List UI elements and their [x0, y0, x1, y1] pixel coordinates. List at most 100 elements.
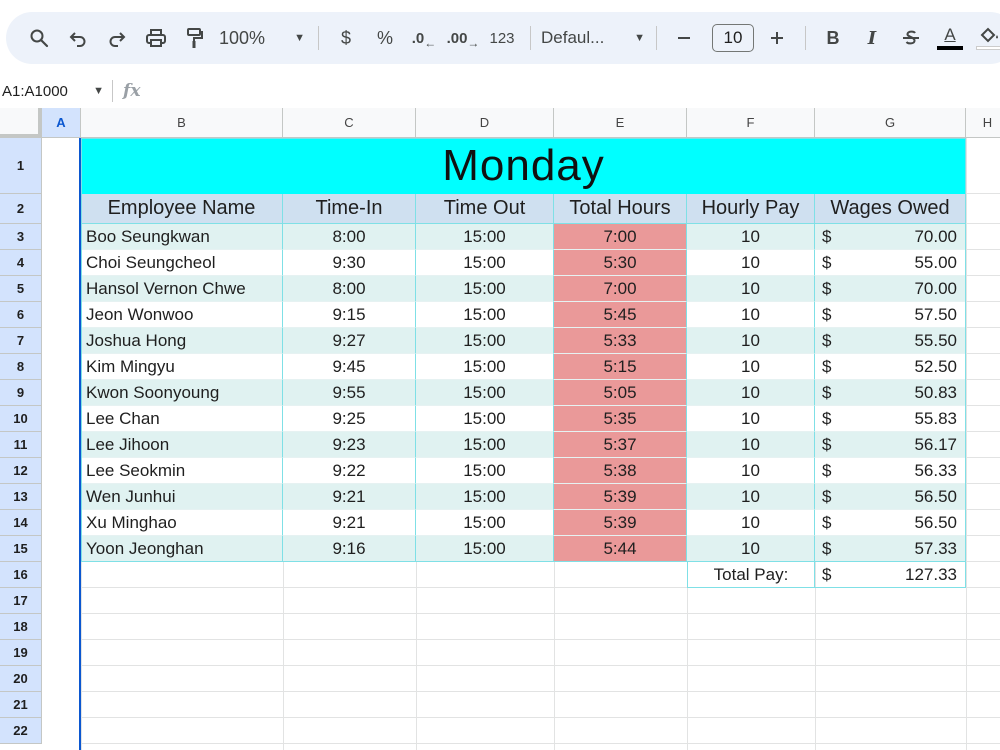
cell-employee-name[interactable]: Jeon Wonwoo: [81, 302, 283, 328]
cell-hourly-pay[interactable]: 10: [687, 302, 815, 328]
cell-total-hours[interactable]: 5:30: [554, 250, 687, 276]
cell-wages-owed[interactable]: $57.33: [815, 536, 966, 562]
row-header-5[interactable]: 5: [0, 276, 42, 302]
cell-time-out[interactable]: 15:00: [416, 302, 554, 328]
font-select[interactable]: Defaul... ▼: [541, 20, 645, 56]
cell-employee-name[interactable]: Lee Chan: [81, 406, 283, 432]
cell-wages-owed[interactable]: $52.50: [815, 354, 966, 380]
row-header-4[interactable]: 4: [0, 250, 42, 276]
cell-time-out[interactable]: 15:00: [416, 458, 554, 484]
italic-button[interactable]: I: [855, 20, 889, 56]
cell-wages-owed[interactable]: $50.83: [815, 380, 966, 406]
cell-hourly-pay[interactable]: 10: [687, 328, 815, 354]
cell-hourly-pay[interactable]: 10: [687, 276, 815, 302]
redo-icon[interactable]: [100, 20, 134, 56]
cell-wages-owed[interactable]: $55.50: [815, 328, 966, 354]
cell-employee-name[interactable]: Xu Minghao: [81, 510, 283, 536]
row-header-1[interactable]: 1: [0, 138, 42, 194]
row-header-18[interactable]: 18: [0, 614, 42, 640]
row-header-15[interactable]: 15: [0, 536, 42, 562]
column-header-f[interactable]: F: [687, 108, 815, 138]
cell-hourly-pay[interactable]: 10: [687, 484, 815, 510]
cell-total-hours[interactable]: 5:05: [554, 380, 687, 406]
cell-hourly-pay[interactable]: 10: [687, 458, 815, 484]
undo-icon[interactable]: [61, 20, 95, 56]
column-header-h[interactable]: H: [966, 108, 1000, 138]
cell-time-out[interactable]: 15:00: [416, 510, 554, 536]
currency-format-button[interactable]: $: [329, 20, 363, 56]
cell-time-in[interactable]: 9:25: [283, 406, 416, 432]
column-header-e[interactable]: E: [554, 108, 687, 138]
cell-wages-owed[interactable]: $56.50: [815, 510, 966, 536]
cell-total-hours[interactable]: 5:15: [554, 354, 687, 380]
cell-time-out[interactable]: 15:00: [416, 432, 554, 458]
cell-time-out[interactable]: 15:00: [416, 224, 554, 250]
cell-time-out[interactable]: 15:00: [416, 380, 554, 406]
cell-time-in[interactable]: 9:22: [283, 458, 416, 484]
cell-time-in[interactable]: 9:15: [283, 302, 416, 328]
cell-time-out[interactable]: 15:00: [416, 250, 554, 276]
row-header-19[interactable]: 19: [0, 640, 42, 666]
row-header-3[interactable]: 3: [0, 224, 42, 250]
row-header-2[interactable]: 2: [0, 194, 42, 224]
cell-time-out[interactable]: 15:00: [416, 536, 554, 562]
cell-wages-owed[interactable]: $70.00: [815, 276, 966, 302]
cell-time-in[interactable]: 9:21: [283, 510, 416, 536]
column-header-a[interactable]: A: [42, 108, 81, 138]
cell-hourly-pay[interactable]: 10: [687, 380, 815, 406]
row-header-11[interactable]: 11: [0, 432, 42, 458]
cell-total-hours[interactable]: 5:44: [554, 536, 687, 562]
cell-time-out[interactable]: 15:00: [416, 406, 554, 432]
row-header-17[interactable]: 17: [0, 588, 42, 614]
print-icon[interactable]: [139, 20, 173, 56]
column-header-c[interactable]: C: [283, 108, 416, 138]
cell-employee-name[interactable]: Kim Mingyu: [81, 354, 283, 380]
header-employee-name[interactable]: Employee Name: [81, 194, 283, 224]
cell-time-in[interactable]: 9:16: [283, 536, 416, 562]
cell-employee-name[interactable]: Joshua Hong: [81, 328, 283, 354]
cell-wages-owed[interactable]: $56.17: [815, 432, 966, 458]
cell-wages-owed[interactable]: $70.00: [815, 224, 966, 250]
cell-total-hours[interactable]: 5:45: [554, 302, 687, 328]
row-header-6[interactable]: 6: [0, 302, 42, 328]
cell-total-hours[interactable]: 7:00: [554, 224, 687, 250]
decrease-decimal-button[interactable]: .0 ←: [407, 20, 441, 56]
cell-employee-name[interactable]: Choi Seungcheol: [81, 250, 283, 276]
cell-wages-owed[interactable]: $57.50: [815, 302, 966, 328]
cell-time-out[interactable]: 15:00: [416, 328, 554, 354]
row-header-9[interactable]: 9: [0, 380, 42, 406]
cell-time-in[interactable]: 8:00: [283, 276, 416, 302]
cell-total-hours[interactable]: 5:39: [554, 510, 687, 536]
column-header-g[interactable]: G: [815, 108, 966, 138]
row-header-8[interactable]: 8: [0, 354, 42, 380]
row-header-7[interactable]: 7: [0, 328, 42, 354]
row-header-16[interactable]: 16: [0, 562, 42, 588]
font-size-input[interactable]: 10: [712, 24, 754, 52]
cell-employee-name[interactable]: Boo Seungkwan: [81, 224, 283, 250]
cell-total-hours[interactable]: 5:37: [554, 432, 687, 458]
column-header-d[interactable]: D: [416, 108, 554, 138]
cell-wages-owed[interactable]: $56.50: [815, 484, 966, 510]
cell-total-hours[interactable]: 5:33: [554, 328, 687, 354]
cell-time-out[interactable]: 15:00: [416, 276, 554, 302]
paint-format-icon[interactable]: [178, 20, 212, 56]
header-time-out[interactable]: Time Out: [416, 194, 554, 224]
zoom-select[interactable]: 100% ▼: [217, 20, 307, 56]
cell-total-hours[interactable]: 7:00: [554, 276, 687, 302]
row-header-12[interactable]: 12: [0, 458, 42, 484]
row-header-21[interactable]: 21: [0, 692, 42, 718]
cell-employee-name[interactable]: Lee Jihoon: [81, 432, 283, 458]
bold-button[interactable]: B: [816, 20, 850, 56]
cell-wages-owed[interactable]: $55.00: [815, 250, 966, 276]
total-pay-value[interactable]: $127.33: [814, 562, 966, 588]
cell-time-out[interactable]: 15:00: [416, 354, 554, 380]
plus-icon[interactable]: [760, 20, 794, 56]
cell-employee-name[interactable]: Kwon Soonyoung: [81, 380, 283, 406]
header-wages-owed[interactable]: Wages Owed: [815, 194, 966, 224]
fill-color-icon[interactable]: [972, 20, 1000, 56]
cell-employee-name[interactable]: Lee Seokmin: [81, 458, 283, 484]
select-all-corner[interactable]: [0, 108, 42, 138]
name-box[interactable]: A1:A1000 ▼: [0, 83, 112, 100]
row-header-14[interactable]: 14: [0, 510, 42, 536]
column-header-b[interactable]: B: [81, 108, 283, 138]
